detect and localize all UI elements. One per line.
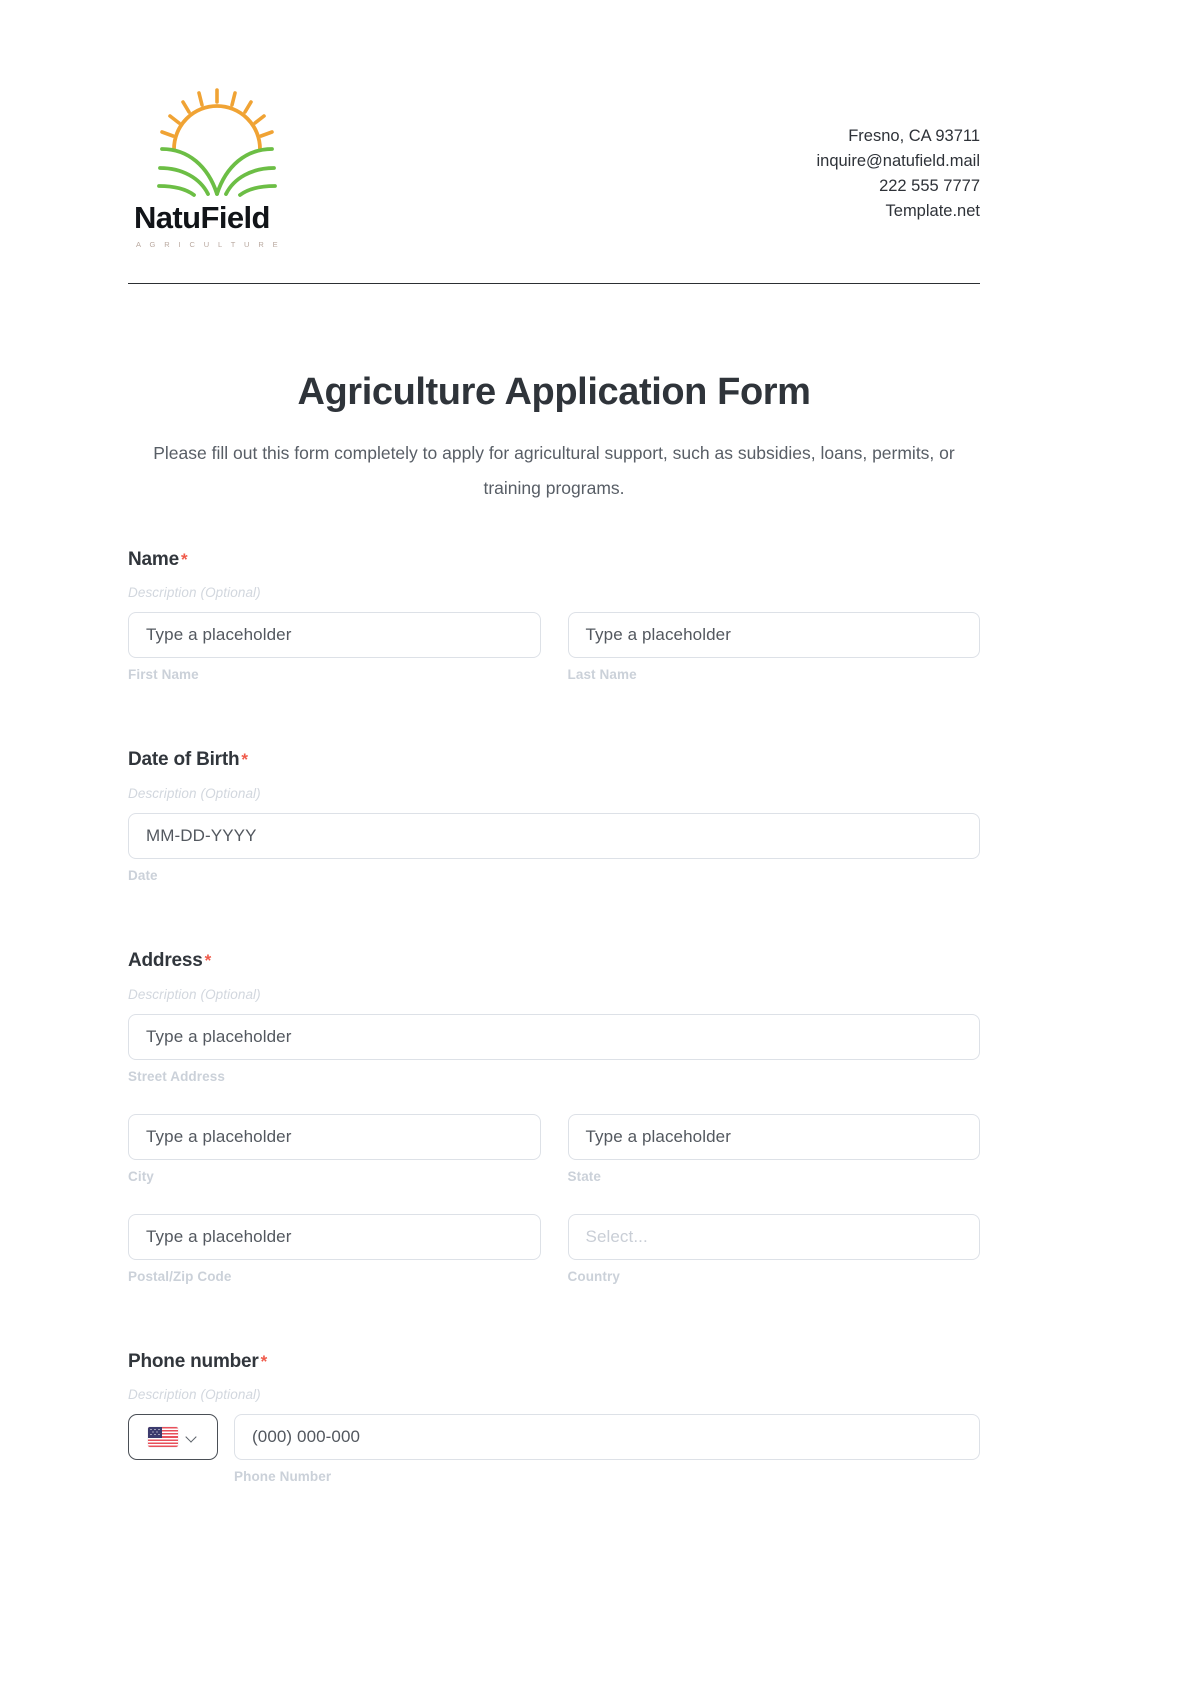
phone-number-input[interactable]: (000) 000-000 — [234, 1414, 980, 1461]
zip-col: Type a placeholder Postal/Zip Code — [128, 1213, 541, 1284]
us-flag-icon — [148, 1427, 178, 1448]
state-input[interactable]: Type a placeholder — [567, 1113, 980, 1160]
required-asterisk: * — [241, 750, 248, 770]
street-address-sublabel: Street Address — [128, 1068, 225, 1084]
city-input[interactable]: Type a placeholder — [128, 1113, 541, 1160]
label-phone-text: Phone number — [128, 1350, 259, 1372]
contact-phone: 222 555 7777 — [879, 177, 980, 195]
last-name-sublabel: Last Name — [567, 667, 637, 683]
field-group-dob: Date of Birth * Description (Optional) MM… — [128, 748, 980, 883]
description-name: Description (Optional) — [128, 585, 261, 601]
label-address: Address * — [128, 949, 980, 974]
street-address-input[interactable]: Type a placeholder — [128, 1013, 980, 1060]
date-of-birth-input[interactable]: MM-DD-YYYY — [128, 812, 980, 859]
brand-tagline: A G R I C U L T U R E — [136, 240, 282, 249]
contact-address: Fresno, CA 93711 — [848, 127, 980, 145]
last-name-col: Type a placeholder Last Name — [567, 612, 980, 683]
chevron-down-icon — [187, 1432, 198, 1443]
postal-zip-input[interactable]: Type a placeholder — [128, 1213, 541, 1260]
brand-block: NatuField A G R I C U L T U R E — [128, 86, 418, 249]
postal-zip-sublabel: Postal/Zip Code — [128, 1268, 232, 1284]
label-address-text: Address — [128, 949, 203, 971]
first-name-input[interactable]: Type a placeholder — [128, 612, 541, 659]
required-asterisk: * — [180, 549, 188, 569]
title-block: Agriculture Application Form Please fill… — [128, 284, 980, 506]
phone-country-select[interactable] — [128, 1414, 218, 1461]
street-col: Type a placeholder Street Address — [128, 1013, 980, 1084]
letterhead-header: NatuField A G R I C U L T U R E Fresno, … — [128, 0, 980, 249]
label-name: Name * — [128, 548, 980, 573]
sun-over-field-icon — [157, 88, 277, 197]
form-page: NatuField A G R I C U L T U R E Fresno, … — [0, 0, 1200, 1702]
first-name-sublabel: First Name — [128, 667, 199, 683]
state-sublabel: State — [567, 1168, 602, 1184]
description-address: Description (Optional) — [128, 986, 261, 1002]
city-col: Type a placeholder City — [128, 1113, 541, 1184]
contact-email: inquire@natufield.mail — [816, 152, 980, 170]
last-name-input[interactable]: Type a placeholder — [567, 612, 980, 659]
field-group-address: Address * Description (Optional) Type a p… — [128, 949, 980, 1284]
contact-block: Fresno, CA 93711 inquire@natufield.mail … — [816, 86, 980, 224]
application-form: Name * Description (Optional) Type a plac… — [128, 506, 980, 1485]
label-name-text: Name — [128, 548, 179, 570]
dob-col: MM-DD-YYYY Date — [128, 812, 980, 883]
label-phone: Phone number * — [128, 1350, 980, 1375]
phone-number-sublabel: Phone Number — [234, 1469, 332, 1485]
date-sublabel: Date — [128, 867, 158, 883]
field-group-name: Name * Description (Optional) Type a plac… — [128, 548, 980, 683]
country-col: Select... Country — [567, 1213, 980, 1284]
description-dob: Description (Optional) — [128, 785, 261, 801]
phone-input-col: (000) 000-000 — [234, 1414, 980, 1461]
required-asterisk: * — [204, 950, 212, 970]
brand-name: NatuField — [134, 200, 270, 235]
country-select[interactable]: Select... — [567, 1213, 980, 1260]
form-sheet: NatuField A G R I C U L T U R E Fresno, … — [128, 0, 980, 1496]
description-phone: Description (Optional) — [128, 1387, 261, 1403]
first-name-col: Type a placeholder First Name — [128, 612, 541, 682]
country-sublabel: Country — [567, 1268, 620, 1284]
contact-website: Template.net — [885, 202, 980, 220]
label-dob-text: Date of Birth — [128, 749, 240, 771]
page-title: Agriculture Application Form — [297, 371, 811, 413]
state-col: Type a placeholder State — [567, 1113, 980, 1184]
required-asterisk: * — [260, 1351, 268, 1371]
page-subtitle: Please fill out this form completely to … — [153, 442, 955, 498]
field-group-phone: Phone number * Description (Optional) (00… — [128, 1350, 980, 1485]
label-dob: Date of Birth * — [128, 748, 980, 773]
city-sublabel: City — [128, 1168, 154, 1184]
